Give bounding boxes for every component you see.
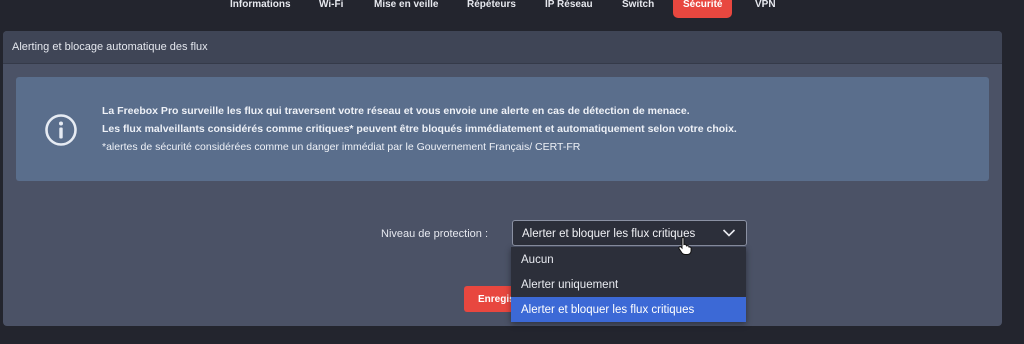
protection-level-select[interactable]: Alerter et bloquer les flux critiques (512, 220, 747, 246)
option-alerter-uniquement[interactable]: Alerter uniquement (511, 272, 746, 297)
tab-switch[interactable]: Switch (622, 0, 654, 18)
tab-ip-reseau[interactable]: IP Réseau (545, 0, 593, 18)
tab-wifi[interactable]: Wi-Fi (319, 0, 343, 18)
alerting-panel: Alerting et blocage automatique des flux… (3, 31, 1002, 326)
tab-repeteurs[interactable]: Répéteurs (467, 0, 516, 18)
panel-title: Alerting et blocage automatique des flux (12, 41, 208, 53)
info-icon (45, 114, 77, 146)
tab-securite[interactable]: Sécurité (673, 0, 733, 18)
info-text-footnote: *alertes de sécurité considérées comme u… (102, 141, 581, 153)
tab-mise-en-veille[interactable]: Mise en veille (374, 0, 438, 18)
tab-vpn[interactable]: VPN (755, 0, 776, 18)
protection-level-value: Alerter et bloquer les flux critiques (522, 228, 696, 240)
option-alerter-et-bloquer[interactable]: Alerter et bloquer les flux critiques (511, 297, 746, 322)
option-aucun[interactable]: Aucun (511, 247, 746, 272)
protection-level-label: Niveau de protection : (381, 228, 489, 240)
tab-informations[interactable]: Informations (230, 0, 291, 18)
protection-level-dropdown: Aucun Alerter uniquement Alerter et bloq… (511, 247, 746, 322)
top-tab-bar: Informations Wi-Fi Mise en veille Répéte… (0, 0, 1024, 18)
info-text-line-2: Les flux malveillants considérés comme c… (102, 123, 737, 135)
info-box: La Freebox Pro surveille les flux qui tr… (16, 77, 989, 181)
hand-cursor-icon (678, 236, 692, 255)
info-text-line-1: La Freebox Pro surveille les flux qui tr… (102, 105, 690, 117)
chevron-down-icon (722, 229, 736, 237)
